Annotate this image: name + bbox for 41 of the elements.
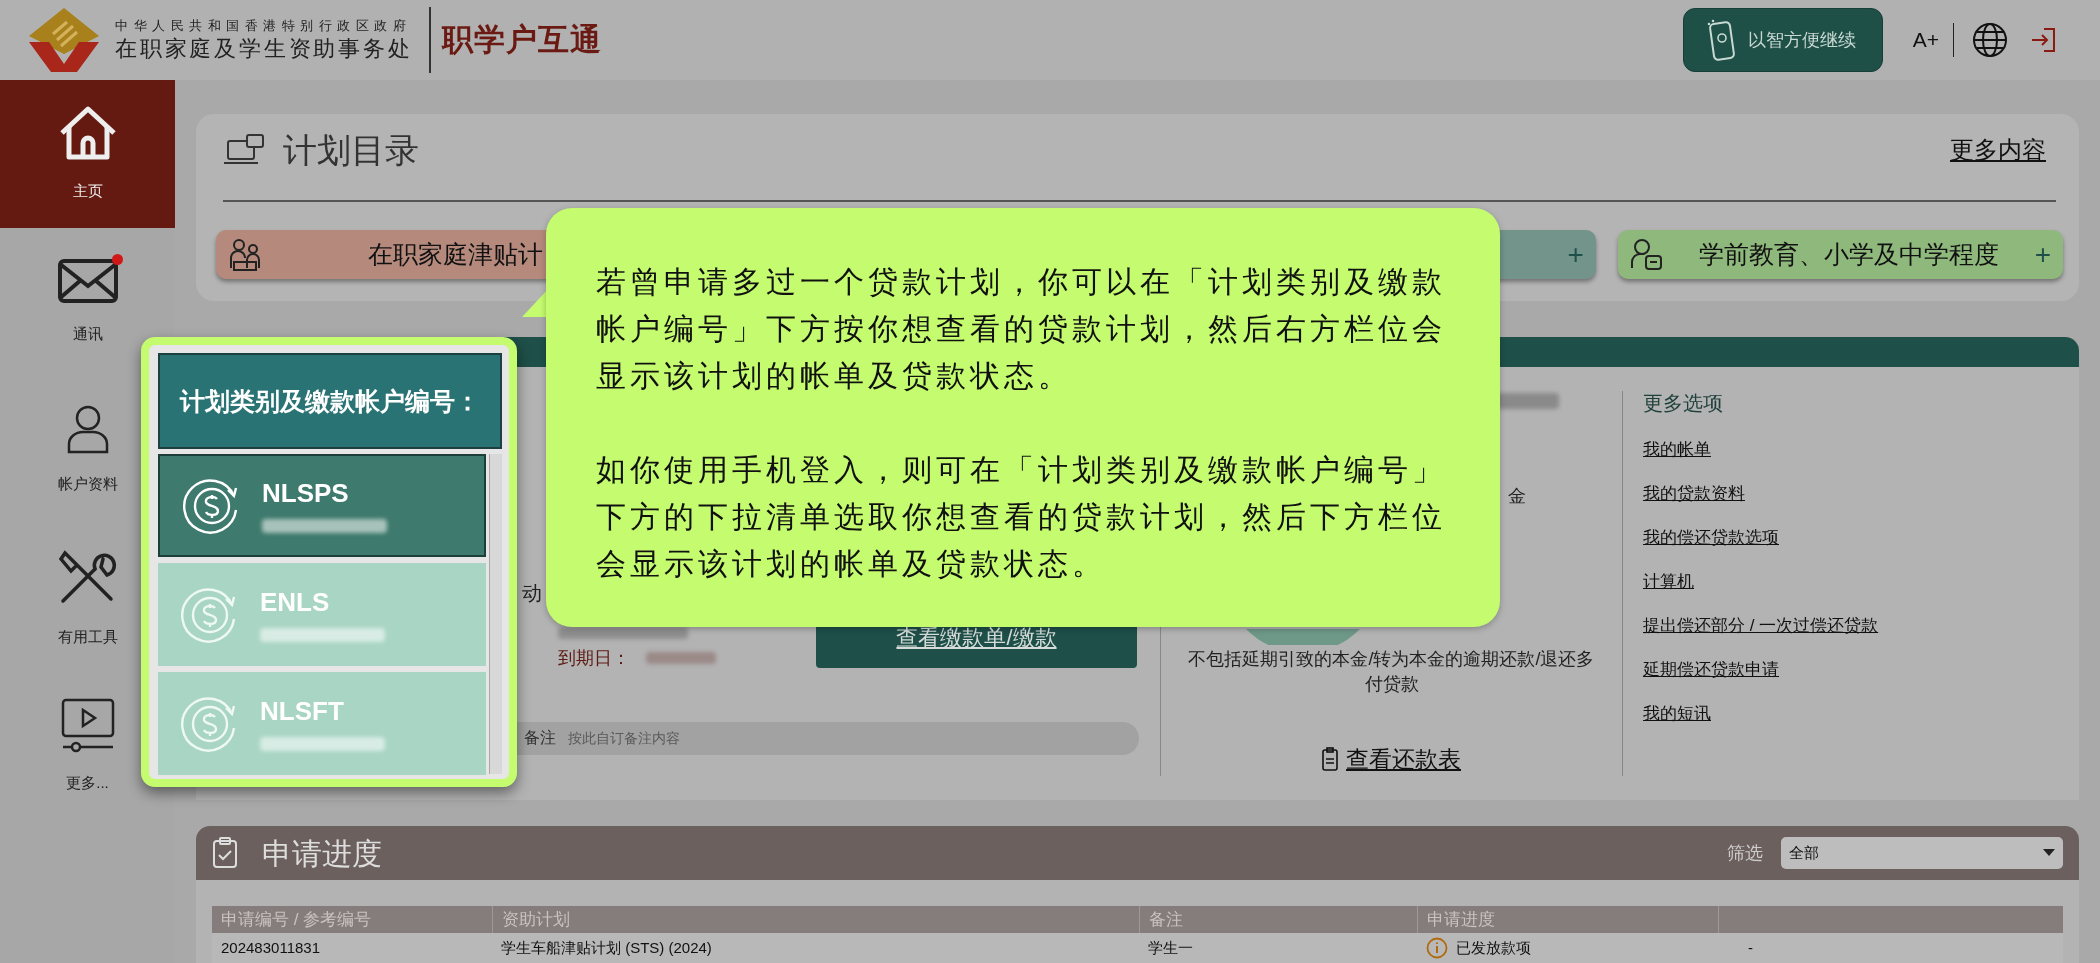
sidebar-item[interactable]: 主页 [0, 80, 175, 228]
table-cell-text: 学生车船津贴计划 (STS) (2024) [501, 937, 712, 958]
more-options-title: 更多选项 [1643, 390, 1724, 415]
sidebar-item[interactable]: 通讯 [0, 228, 175, 376]
option-link[interactable]: 我的偿还贷款选项 [1643, 526, 2079, 549]
account-code: NLSPS [262, 478, 350, 507]
font-size-button[interactable]: A+ [1912, 24, 1939, 56]
table-cell-text: 学生一 [1148, 937, 1193, 958]
option-link[interactable]: 我的帐单 [1643, 438, 2079, 461]
due-date-label: 到期日： [558, 646, 630, 670]
section-title: 计划目录 [283, 129, 419, 171]
repayment-schedule-link[interactable]: 查看还款表 [1322, 741, 1461, 776]
option-link[interactable]: 我的贷款资料 [1643, 482, 2079, 505]
option-link[interactable]: 延期偿还贷款申请 [1643, 658, 2079, 681]
filter-label: 筛选 [1727, 841, 1763, 865]
balance-label: 金 [1508, 484, 1527, 507]
account-code: ENLS [260, 587, 331, 616]
account-list-title: 计划类别及缴款帐户编号： [180, 385, 480, 417]
more-content-link[interactable]: 更多内容 [1950, 132, 2046, 168]
agency-name: 中华人民共和国香港特别行政区政府 [115, 17, 412, 35]
column-header: 资助计划 [502, 908, 570, 931]
column-header: 备注 [1149, 908, 1183, 931]
filter-dropdown[interactable]: 全部 [1781, 837, 2063, 869]
table-cell-text: 202483011831 [221, 937, 320, 958]
tooltip-text: 如你使用手机登入，则可在「计划类别及缴款帐户编号」下方的下拉清单选取你想查看的贷款计划，然后下方栏位会显示该计划的帐单及贷款状态。 [596, 452, 1447, 582]
balance-note: 不包括延期引致的本金/转为本金的逾期还款/退还多付贷款 [1187, 647, 1596, 696]
table-cell-text: - [1748, 937, 1753, 958]
section-title: 申请进度 [262, 835, 382, 872]
agency-name: 在职家庭及学生资助事务处 [115, 35, 414, 63]
description-text: 动 [522, 580, 542, 605]
scheme-button[interactable]: 学前教育、小学及中学程度 + [1617, 230, 2063, 279]
table-cell-text: 已发放款项 [1456, 937, 1531, 958]
option-link[interactable]: 我的短讯 [1643, 702, 2079, 725]
option-link[interactable]: 提出偿还部分 / 一次过偿还贷款 [1643, 614, 2079, 637]
mobile-login-button[interactable]: 以智方便继续 [1682, 8, 1883, 72]
column-header: 申请进度 [1427, 908, 1495, 931]
account-item[interactable]: NLSPS [158, 454, 486, 557]
account-code: NLSFT [260, 696, 345, 725]
option-link[interactable]: 计算机 [1643, 570, 2079, 593]
app-title: 职学户互通 [442, 20, 602, 59]
column-header: 申请编号 / 参考编号 [221, 908, 372, 931]
